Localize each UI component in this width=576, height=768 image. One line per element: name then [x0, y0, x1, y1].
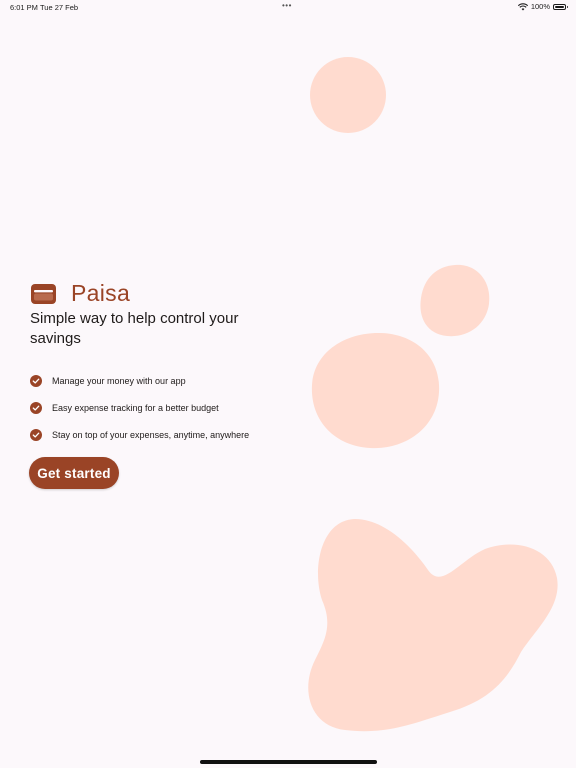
brand-header: Paisa — [30, 280, 130, 307]
home-indicator[interactable] — [200, 760, 377, 764]
tagline: Simple way to help control your savings — [30, 310, 239, 347]
wallet-icon — [31, 283, 56, 304]
feature-item: Stay on top of your expenses, anytime, a… — [30, 421, 249, 448]
check-circle-icon — [30, 374, 42, 387]
app-title: Paisa — [71, 280, 131, 306]
feature-list: Manage your money with our app Easy expe… — [30, 367, 249, 448]
feature-item: Easy expense tracking for a better budge… — [30, 394, 249, 421]
blob-small-middle — [420, 264, 490, 337]
blob-large — [308, 519, 558, 732]
check-circle-icon — [30, 401, 42, 414]
blob-medium — [311, 333, 440, 449]
blob-small-top — [310, 57, 386, 133]
feature-text: Manage your money with our app — [52, 375, 186, 386]
feature-text: Easy expense tracking for a better budge… — [52, 402, 219, 413]
feature-item: Manage your money with our app — [30, 367, 249, 394]
check-circle-icon — [30, 428, 42, 441]
get-started-button[interactable]: Get started — [29, 457, 119, 489]
onboarding-screen: 6:01 PM Tue 27 Feb ••• 100% Paisa Simple… — [0, 0, 576, 768]
feature-text: Stay on top of your expenses, anytime, a… — [52, 429, 250, 440]
